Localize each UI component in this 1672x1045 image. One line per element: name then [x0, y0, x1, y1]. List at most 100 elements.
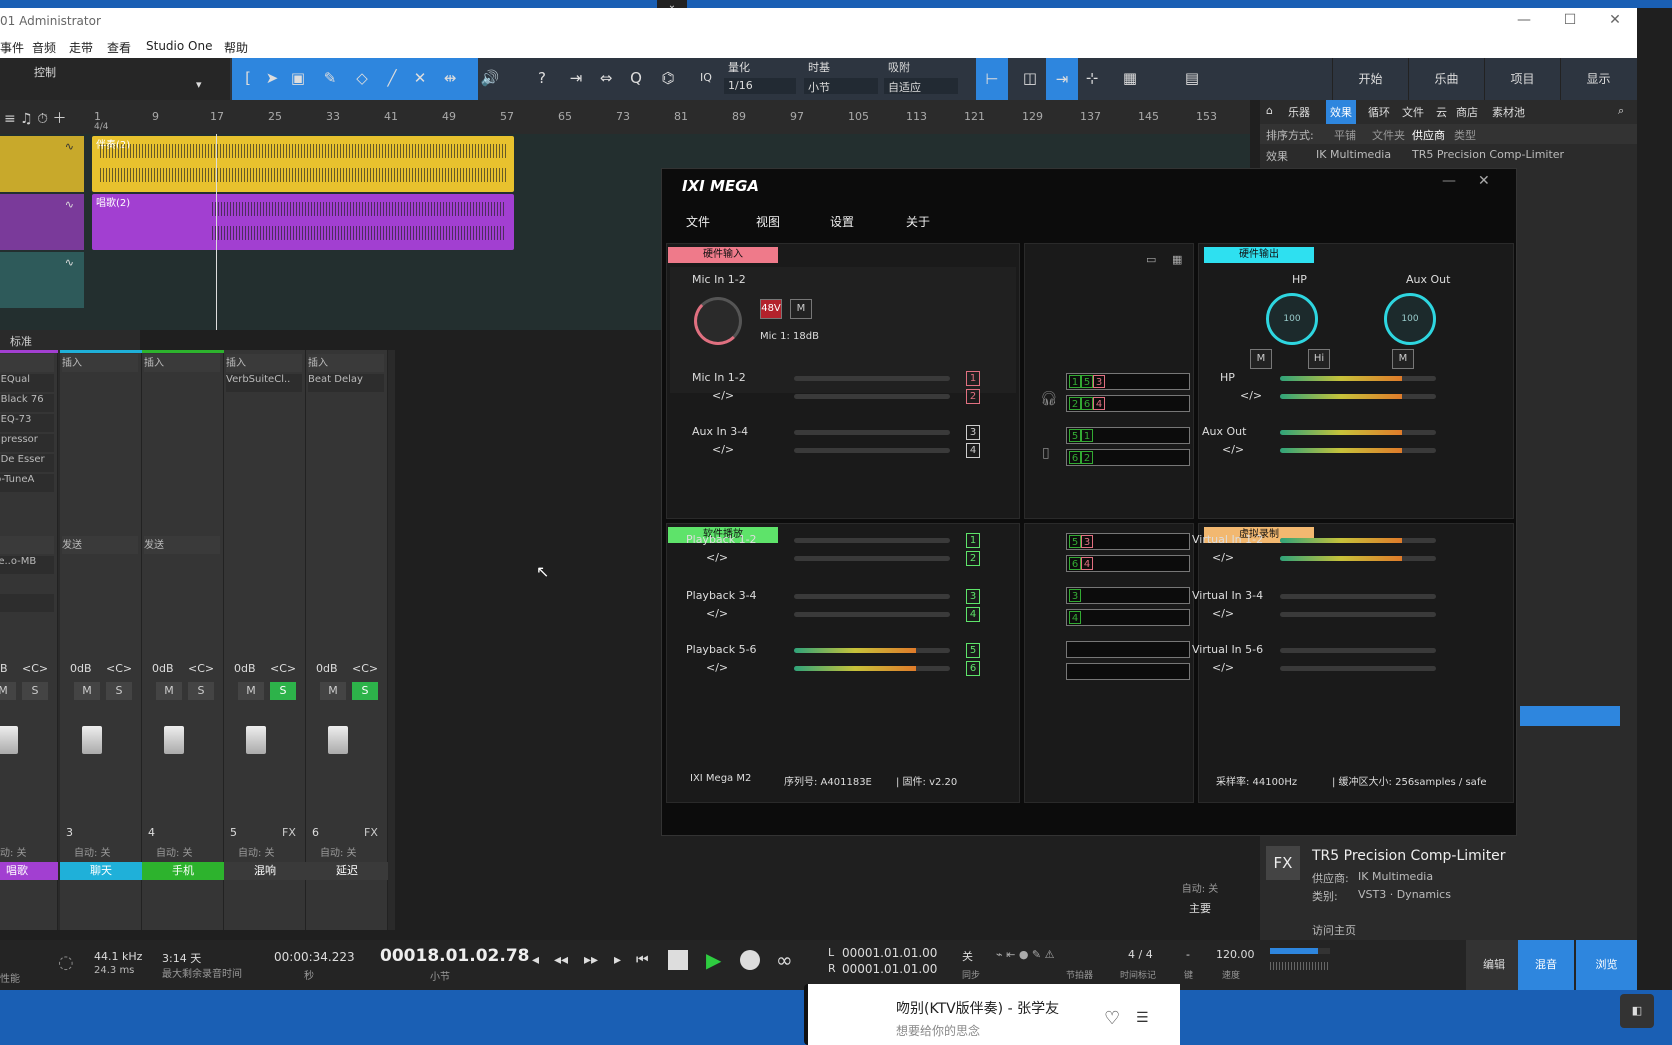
- nav-start-button[interactable]: 开始: [1332, 58, 1408, 100]
- arrow-tool-icon[interactable]: ➤: [260, 66, 284, 90]
- hp-mute-button[interactable]: M: [1250, 349, 1272, 369]
- mute-button[interactable]: M: [320, 682, 346, 700]
- sort-folder[interactable]: 文件夹: [1372, 127, 1405, 143]
- layout-single-icon[interactable]: ▭: [1146, 253, 1156, 266]
- quantize-select[interactable]: 1/16: [724, 78, 796, 94]
- insert-slot[interactable]: TR5 De Esser: [0, 454, 54, 472]
- link-icon[interactable]: </>: [706, 661, 728, 674]
- track-header-1[interactable]: ∿: [0, 136, 84, 192]
- browser-tab-shop[interactable]: 商店: [1456, 104, 1478, 120]
- browser-tab-loops[interactable]: 循环: [1368, 104, 1390, 120]
- automation-label[interactable]: 自动: 关: [0, 844, 27, 859]
- automation-label[interactable]: 自动: 关: [320, 844, 357, 859]
- snap-events-icon[interactable]: ◫: [1018, 66, 1042, 90]
- split-tool-icon[interactable]: ⇹: [438, 66, 462, 90]
- minimize-icon[interactable]: —: [1510, 12, 1538, 28]
- sync-value[interactable]: 关: [962, 948, 973, 964]
- snap-left-icon[interactable]: ⇥: [564, 66, 588, 90]
- close-icon[interactable]: ✕: [1601, 12, 1629, 28]
- plugin-menu-settings[interactable]: 设置: [830, 213, 854, 230]
- phantom-48v-button[interactable]: 48V: [760, 299, 782, 319]
- insert-slot[interactable]: TR5 EQual: [0, 374, 54, 392]
- mute-button[interactable]: M: [74, 682, 100, 700]
- snap-cursor-icon[interactable]: ⇥: [1046, 58, 1078, 100]
- insert-header[interactable]: 插入: [62, 354, 138, 372]
- link-icon[interactable]: </>: [1212, 607, 1234, 620]
- aux-mute-button[interactable]: M: [1392, 349, 1414, 369]
- key-value[interactable]: -: [1186, 948, 1190, 961]
- sort-flat[interactable]: 平铺: [1334, 127, 1356, 143]
- channel-fader[interactable]: [246, 726, 266, 754]
- snap-select[interactable]: 自适应: [884, 78, 958, 94]
- nav-project-button[interactable]: 项目: [1484, 58, 1560, 100]
- crumb-effects[interactable]: 效果: [1266, 148, 1288, 164]
- solo-button[interactable]: S: [352, 682, 378, 700]
- insert-header[interactable]: 插入: [0, 354, 54, 372]
- browser-tab-cloud[interactable]: 云: [1436, 104, 1447, 120]
- homepage-link[interactable]: 访问主页: [1312, 922, 1356, 938]
- metronome-tools-icon[interactable]: ⌁ ⇤ ● ✎ ⚠: [996, 948, 1055, 961]
- link-icon[interactable]: </>: [1212, 661, 1234, 674]
- routing-slot[interactable]: 264: [1066, 395, 1190, 412]
- mute-button[interactable]: M: [0, 682, 16, 700]
- channel-pan[interactable]: <C>: [270, 662, 296, 675]
- channel-pan[interactable]: <C>: [188, 662, 214, 675]
- send-header[interactable]: 发送: [144, 536, 220, 554]
- time-signature-value[interactable]: 4 / 4: [1128, 948, 1153, 961]
- insert-slot[interactable]: Auto-TuneA: [0, 474, 54, 492]
- routing-slot[interactable]: 3: [1066, 587, 1190, 604]
- link-icon[interactable]: ⌬: [656, 66, 680, 90]
- chevron-down-icon[interactable]: ▾: [196, 78, 202, 91]
- record-icon[interactable]: [740, 950, 760, 970]
- browser-tab-effects[interactable]: 效果: [1326, 100, 1356, 124]
- insert-slot[interactable]: Beat Delay: [308, 374, 384, 392]
- output-fader[interactable]: [1270, 962, 1330, 970]
- link-icon[interactable]: </>: [1222, 443, 1244, 456]
- audio-clip-accompaniment[interactable]: 伴奏(2): [92, 136, 514, 192]
- selected-row[interactable]: [1520, 706, 1620, 726]
- view-browse-button[interactable]: 浏览: [1576, 940, 1637, 990]
- menu-studio-one[interactable]: Studio One: [146, 39, 212, 53]
- link-icon[interactable]: </>: [712, 389, 734, 402]
- link-icon[interactable]: </>: [1240, 389, 1262, 402]
- routing-slot[interactable]: 64: [1066, 555, 1190, 572]
- send-slot[interactable]: Stere..o-MB: [0, 556, 54, 574]
- automation-label[interactable]: 自动: 关: [156, 844, 193, 859]
- play-icon[interactable]: ▶: [706, 948, 721, 972]
- channel-pan[interactable]: <C>: [22, 662, 48, 675]
- heart-icon[interactable]: ♡: [1104, 1008, 1120, 1029]
- nav-show-button[interactable]: 显示: [1560, 58, 1636, 100]
- plugin-menu-about[interactable]: 关于: [906, 213, 930, 230]
- insert-slot[interactable]: TR5 EQ-73: [0, 414, 54, 432]
- insert-header[interactable]: 插入: [144, 354, 220, 372]
- tempo-value[interactable]: 120.00: [1216, 948, 1255, 961]
- aux-volume-knob[interactable]: 100: [1384, 293, 1436, 345]
- zoom-icon[interactable]: Q: [624, 66, 648, 90]
- return-zero-icon[interactable]: ◂: [532, 952, 539, 968]
- playlist-icon[interactable]: ☰: [1136, 1010, 1149, 1026]
- solo-button[interactable]: S: [106, 682, 132, 700]
- playhead-icon[interactable]: ⊹: [1080, 66, 1104, 90]
- bracket-tool-icon[interactable]: [: [236, 66, 260, 90]
- search-icon[interactable]: ⌕: [1618, 104, 1624, 118]
- mute-tool-icon[interactable]: ✕: [408, 66, 432, 90]
- menu-audio[interactable]: 音频: [32, 39, 56, 56]
- marker-icon[interactable]: ⏮: [636, 952, 649, 968]
- browser-tab-files[interactable]: 文件: [1402, 104, 1424, 120]
- plugin-minimize-icon[interactable]: —: [1442, 173, 1456, 189]
- playhead[interactable]: [216, 134, 217, 330]
- plugin-menu-file[interactable]: 文件: [686, 213, 710, 230]
- sort-vendor[interactable]: 供应商: [1412, 127, 1445, 143]
- pencil-tool-icon[interactable]: ✎: [318, 66, 342, 90]
- link-icon[interactable]: </>: [706, 551, 728, 564]
- loop-right-value[interactable]: 00001.01.01.00: [842, 962, 937, 976]
- mic-gain-knob[interactable]: [694, 297, 742, 345]
- link-icon[interactable]: </>: [1212, 551, 1234, 564]
- help-icon[interactable]: ?: [530, 66, 554, 90]
- plugin-close-icon[interactable]: ✕: [1478, 173, 1490, 189]
- track-tools-icon[interactable]: ≡ ♫ ⏱ ＋: [4, 108, 67, 128]
- browser-tab-pool[interactable]: 素材池: [1492, 104, 1525, 120]
- insert-slot[interactable]: TR5 Black 76: [0, 394, 54, 412]
- nav-song-button[interactable]: 乐曲: [1408, 58, 1484, 100]
- routing-slot[interactable]: 153: [1066, 373, 1190, 390]
